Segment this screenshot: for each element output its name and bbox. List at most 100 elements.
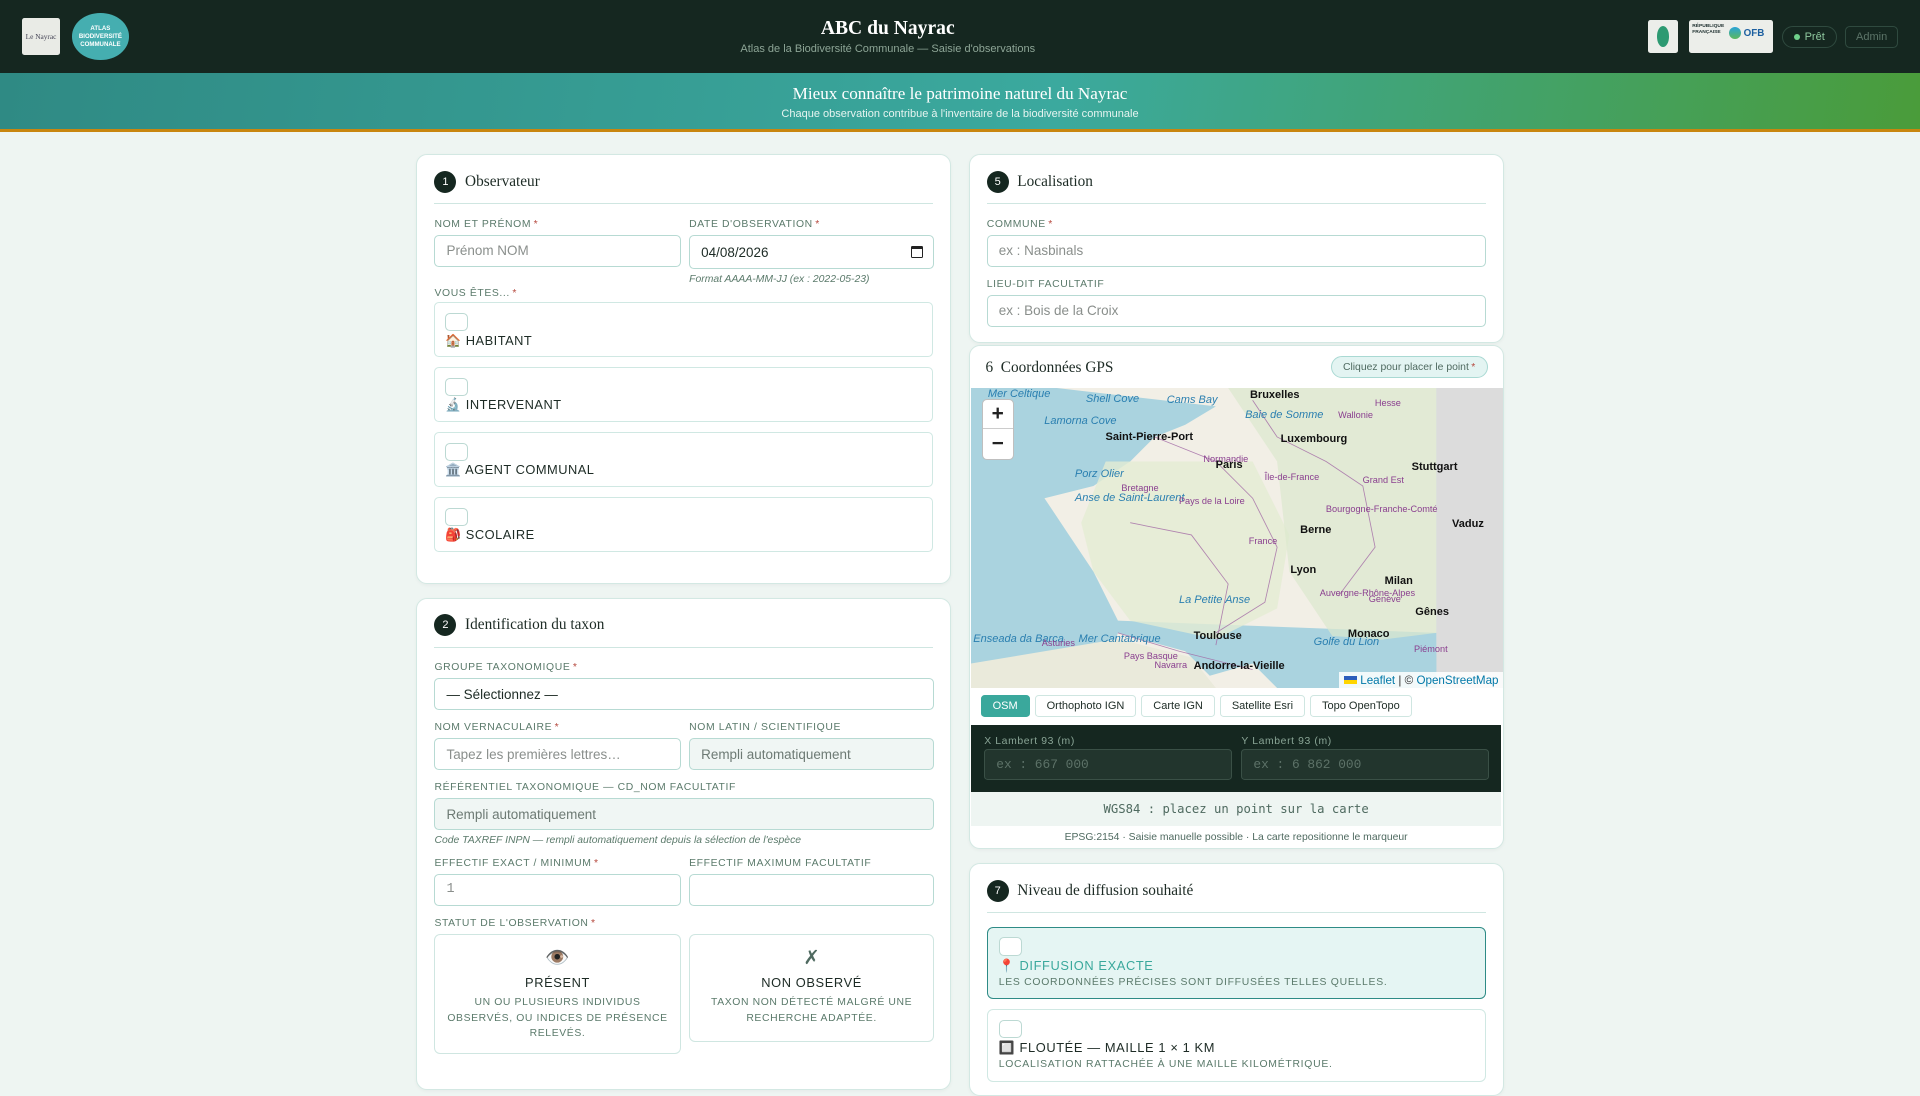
vernacular-input[interactable]: Tapez les premières lettres… <box>434 738 681 770</box>
statut-title: NON OBSERVÉ <box>761 975 862 991</box>
x-lambert-input[interactable]: ex : 667 000 <box>984 749 1232 780</box>
y-label: Y Lambert 93 (m) <box>1241 735 1332 747</box>
diffusion-option-exacte[interactable]: 📍 DIFFUSION EXACTE LES COORDONNÉES PRÉCIS… <box>986 926 1486 999</box>
role-checkbox[interactable] <box>445 313 469 332</box>
statut-present-option[interactable]: 👁️ PRÉSENT UN OU PLUSIEURS INDIVIDUS OBSER… <box>434 934 681 1055</box>
republique-text: RÉPUBLIQUE FRANÇAISE <box>1692 24 1725 35</box>
map-label: Wallonie <box>1338 409 1373 420</box>
status-dot-icon <box>1793 33 1800 40</box>
layer-osm[interactable]: OSM <box>980 695 1030 718</box>
app-subtitle: Atlas de la Biodiversité Communale — Sai… <box>740 42 1036 55</box>
building-icon: 🏛️ <box>445 462 462 478</box>
cdnom-input[interactable]: Rempli automatiquement <box>434 798 935 830</box>
lambert-panel: X Lambert 93 (m) ex : 667 000 Y Lambert … <box>970 724 1502 792</box>
map-label: Asturies <box>1041 637 1075 648</box>
name-input[interactable]: Prénom NOM <box>434 234 681 267</box>
effectif-max-input[interactable] <box>689 874 935 906</box>
role-label-text: HABITANT <box>465 332 533 348</box>
place-point-hint: Cliquez pour placer le point * <box>1330 356 1488 379</box>
date-hint: Format AAAA-MM-JJ (ex : 2022-05-23) <box>689 274 870 286</box>
gps-card: 6 Coordonnées GPS Cliquez pour placer le… <box>968 345 1504 849</box>
map-label: Anse de Saint-Laurent <box>1074 492 1185 504</box>
commune-label: Commune * <box>986 218 1053 230</box>
layer-carte-ign[interactable]: Carte IGN <box>1141 695 1215 718</box>
diffusion-option-floutee[interactable]: 🔲 FLOUTÉE — MAILLE 1 × 1 KM LOCALISATION … <box>986 1008 1486 1083</box>
group-selected: — Sélectionnez — <box>446 686 558 702</box>
zoom-in-button[interactable]: + <box>982 400 1013 430</box>
ref-label: Référentiel taxonomique — CD_NOM faculta… <box>434 782 736 794</box>
status-badge: Prêt <box>1781 25 1837 48</box>
statut-label: Statut de l'observation * <box>434 918 596 930</box>
commune-placeholder: ex : Nasbinals <box>998 243 1084 259</box>
map-label: Baie de Somme <box>1245 408 1324 421</box>
pin-icon: 📍 <box>998 958 1016 974</box>
taxon-card: 2 Identification du taxon Groupe taxonomi… <box>416 597 952 1090</box>
eye-icon: 👁️ <box>545 947 570 970</box>
map-label: Stuttgart <box>1411 461 1458 474</box>
option-title: DIFFUSION EXACTE <box>1019 958 1154 974</box>
admin-button[interactable]: Admin <box>1845 25 1898 48</box>
y-lambert-input[interactable]: ex : 6 862 000 <box>1241 749 1489 780</box>
eff-min-placeholder: 1 <box>446 882 455 898</box>
map-label: Lamorna Cove <box>1044 414 1117 427</box>
statut-title: PRÉSENT <box>525 975 590 991</box>
layer-opentopo[interactable]: Topo OpenTopo <box>1309 695 1412 718</box>
layer-satellite-esri[interactable]: Satellite Esri <box>1219 695 1306 718</box>
map-label: Mer Cantabrique <box>1078 632 1161 645</box>
card-title: Localisation <box>1017 173 1093 191</box>
role-checkbox[interactable] <box>445 507 469 527</box>
calendar-icon[interactable] <box>911 245 924 259</box>
map-label: La Petite Anse <box>1178 593 1251 606</box>
statut-desc: TAXON NON DÉTECTÉ MALGRÉ UNE RECHERCHE A… <box>711 997 913 1024</box>
commune-input[interactable]: ex : Nasbinals <box>986 234 1487 267</box>
diffusion-checkbox[interactable] <box>998 937 1022 956</box>
map-label: Milan <box>1384 575 1413 588</box>
role-checkbox[interactable] <box>445 377 469 397</box>
step-number: 1 <box>434 171 457 194</box>
eff-max-label: Effectif maximum facultatif <box>689 858 872 870</box>
ukraine-flag-icon <box>1344 676 1357 684</box>
role-label: Vous êtes... * <box>434 287 518 299</box>
map-label: Lyon <box>1290 564 1317 577</box>
card-title: Observateur <box>465 173 540 191</box>
statut-absent-option[interactable]: ✗ NON OBSERVÉ TAXON NON DÉTECTÉ MALGRÉ UNE… <box>689 934 935 1042</box>
leaflet-link[interactable]: Leaflet <box>1360 674 1395 687</box>
banner-title: Mieux connaître le patrimoine naturel du… <box>792 84 1128 104</box>
latin-input[interactable]: Rempli automatiquement <box>689 738 935 770</box>
date-label: Date d'observation * <box>689 218 820 230</box>
card-title: Coordonnées GPS <box>1000 358 1114 376</box>
zoom-out-button[interactable]: − <box>983 429 1013 458</box>
ofb-text: OFB <box>1743 28 1765 40</box>
latin-label: Nom latin / scientifique <box>689 722 842 734</box>
house-icon: 🏠 <box>445 332 462 348</box>
map-label: La Rioja <box>1142 687 1176 688</box>
date-input[interactable]: 04/08/2026 <box>689 234 935 270</box>
map-label: Luxembourg <box>1280 433 1348 446</box>
map-label: Bourgogne-Franche-Comté <box>1325 504 1438 515</box>
osm-link[interactable]: OpenStreetMap <box>1416 674 1498 687</box>
date-value: 04/08/2026 <box>701 244 769 260</box>
role-option-intervenant[interactable]: 🔬 INTERVENANT <box>434 367 934 423</box>
name-placeholder: Prénom NOM <box>446 243 529 259</box>
card-title: Identification du taxon <box>465 616 605 634</box>
lieu-placeholder: ex : Bois de la Croix <box>998 303 1119 319</box>
lieu-dit-input[interactable]: ex : Bois de la Croix <box>986 294 1487 327</box>
app-title: ABC du Nayrac <box>820 18 955 40</box>
option-desc: LOCALISATION RATTACHÉE À UNE MAILLE KILO… <box>998 1058 1333 1070</box>
map-label: Saint-Pierre-Port <box>1105 430 1194 443</box>
ref-hint: Code TAXREF INPN — rempli automatiquemen… <box>434 834 802 846</box>
diffusion-checkbox[interactable] <box>998 1019 1022 1038</box>
role-option-scolaire[interactable]: 🎒 SCOLAIRE <box>434 496 934 552</box>
step-number: 5 <box>986 171 1009 194</box>
layer-orthophoto-ign[interactable]: Orthophoto IGN <box>1034 695 1137 718</box>
option-desc: LES COORDONNÉES PRÉCISES SONT DIFFUSÉES … <box>998 976 1388 988</box>
map[interactable]: Mer Celtique Shell Cove Cams Bay Lamorna Co… <box>970 387 1504 688</box>
group-select[interactable]: — Sélectionnez — <box>434 678 935 710</box>
map-label: Monaco <box>1347 627 1390 640</box>
ofb-logo: RÉPUBLIQUE FRANÇAISE OFB <box>1688 19 1774 53</box>
effectif-min-input[interactable]: 1 <box>434 874 681 906</box>
role-option-habitant[interactable]: 🏠 HABITANT <box>434 302 934 358</box>
role-option-agent[interactable]: 🏛️ AGENT COMMUNAL <box>434 432 934 488</box>
role-checkbox[interactable] <box>445 442 469 462</box>
banner: Mieux connaître le patrimoine naturel du… <box>0 73 1920 133</box>
